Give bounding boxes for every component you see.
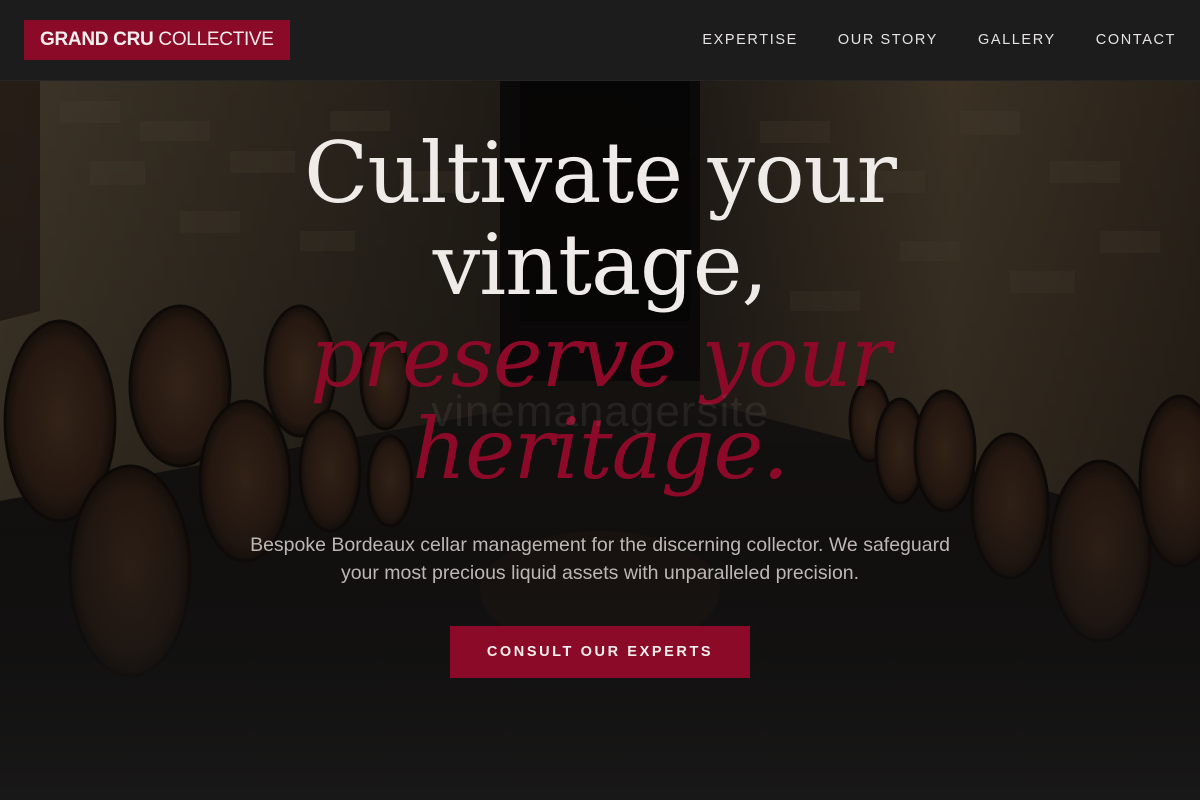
watermark-text: vinemanagersite (431, 387, 769, 436)
logo-bold-text: GRAND CRU (40, 29, 154, 50)
main-nav: EXPERTISE OUR STORY GALLERY CONTACT (662, 0, 1176, 80)
hero-section: vinemanagersite Cultivate your vintage, … (0, 81, 1200, 800)
hero-subtitle: Bespoke Bordeaux cellar management for t… (250, 534, 950, 584)
headline-line-2: vintage, (432, 216, 768, 314)
hero-headline: Cultivate your vintage, preserve your he… (200, 127, 1000, 495)
logo-light-text: COLLECTIVE (158, 29, 274, 50)
nav-link-expertise[interactable]: EXPERTISE (702, 32, 798, 48)
hero-content: vinemanagersite Cultivate your vintage, … (0, 81, 1200, 800)
site-header: GRAND CRU COLLECTIVE EXPERTISE OUR STORY… (0, 0, 1200, 81)
brand-logo[interactable]: GRAND CRU COLLECTIVE (24, 20, 290, 60)
headline-line-1: Cultivate your (304, 124, 897, 222)
landing-page: GRAND CRU COLLECTIVE EXPERTISE OUR STORY… (0, 0, 1200, 800)
nav-link-our-story[interactable]: OUR STORY (838, 32, 938, 48)
nav-link-contact[interactable]: CONTACT (1096, 32, 1176, 48)
consult-experts-button[interactable]: CONSULT OUR EXPERTS (450, 626, 750, 678)
nav-link-gallery[interactable]: GALLERY (978, 32, 1056, 48)
